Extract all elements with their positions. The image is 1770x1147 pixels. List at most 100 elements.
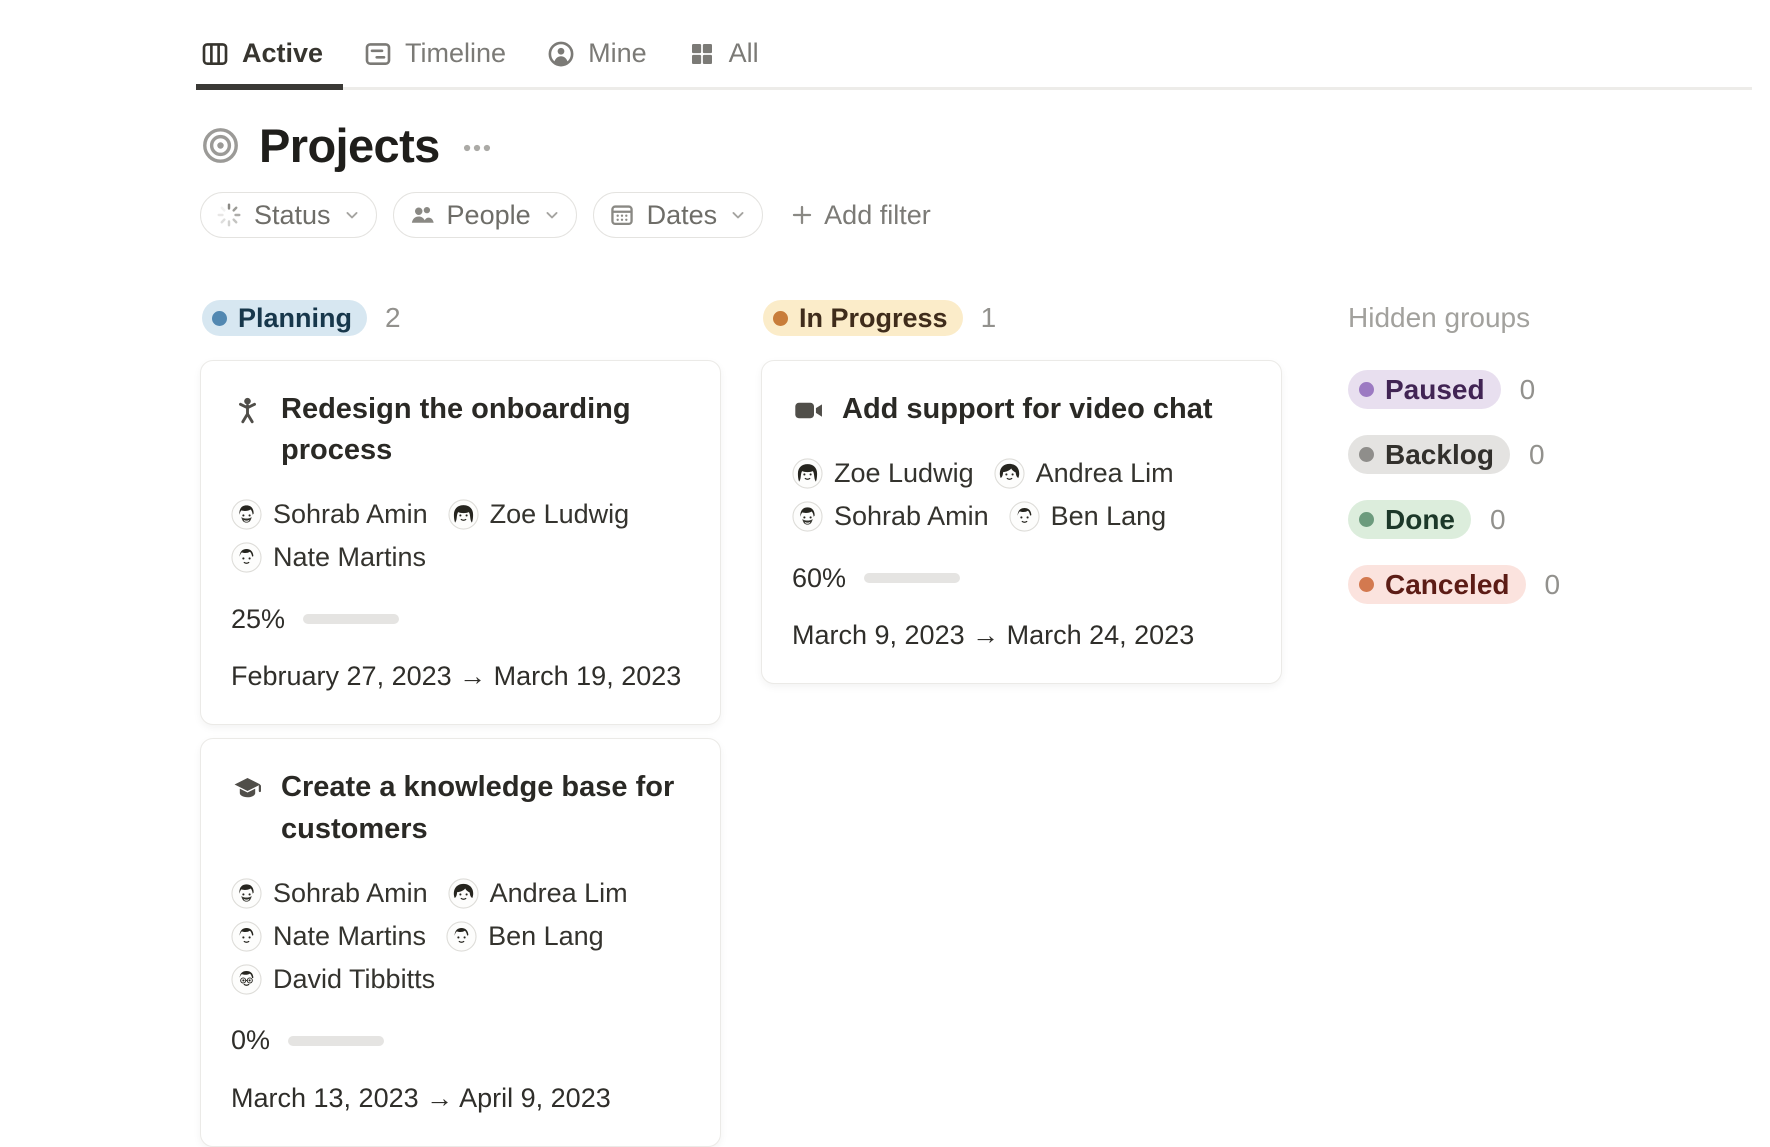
hidden-groups-title: Hidden groups — [1348, 302, 1568, 334]
person-chip: Zoe Ludwig — [448, 499, 630, 530]
person-chip: Ben Lang — [1009, 501, 1167, 532]
person-chip: Andrea Lim — [994, 458, 1174, 489]
card-dates: March 13, 2023 → April 9, 2023 — [231, 1083, 690, 1114]
projects-board-page: Active Timeline Mine All Projects Status… — [0, 0, 1770, 1147]
person-chip: Sohrab Amin — [792, 501, 989, 532]
person-arms-open-icon — [231, 389, 264, 427]
filter-label: Dates — [647, 200, 718, 231]
status-dot-icon — [1359, 447, 1374, 462]
hidden-group-backlog: Backlog 0 — [1348, 435, 1568, 474]
board: Planning 2 Redesign the onboarding proce… — [200, 300, 1752, 1147]
card-people: Sohrab Amin Zoe Ludwig Nate Martins — [231, 499, 690, 573]
status-dot-icon — [212, 311, 227, 326]
progress-label: 60% — [792, 563, 846, 594]
tab-label: All — [729, 38, 759, 69]
tab-mine[interactable]: Mine — [546, 30, 651, 87]
tab-label: Mine — [588, 38, 647, 69]
grid-icon — [687, 39, 717, 69]
person-chip: Zoe Ludwig — [792, 458, 974, 489]
person-chip: David Tibbitts — [231, 964, 435, 995]
person-name: Ben Lang — [488, 921, 604, 952]
person-name: David Tibbitts — [273, 964, 435, 995]
hidden-group-done: Done 0 — [1348, 500, 1568, 539]
person-chip: Nate Martins — [231, 921, 426, 952]
person-chip: Nate Martins — [231, 542, 426, 573]
hidden-group-paused: Paused 0 — [1348, 370, 1568, 409]
card-title: Redesign the onboarding process — [281, 389, 690, 471]
project-card[interactable]: Redesign the onboarding process Sohrab A… — [200, 360, 721, 725]
progress-bar — [288, 1036, 384, 1046]
chevron-down-icon — [542, 205, 562, 225]
tab-timeline[interactable]: Timeline — [363, 30, 510, 87]
person-name: Andrea Lim — [1036, 458, 1174, 489]
card-people: Sohrab Amin Andrea Lim Nate Martins Ben … — [231, 878, 690, 995]
hidden-group-count: 0 — [1520, 374, 1536, 406]
progress-label: 0% — [231, 1025, 270, 1056]
hidden-group-pill[interactable]: Canceled — [1348, 565, 1526, 604]
avatar — [231, 542, 262, 573]
status-dot-icon — [773, 311, 788, 326]
tab-label: Active — [242, 38, 323, 69]
card-dates: March 9, 2023 → March 24, 2023 — [792, 620, 1251, 651]
hidden-group-count: 0 — [1545, 569, 1561, 601]
status-dot-icon — [1359, 382, 1374, 397]
card-progress: 25% — [231, 603, 690, 635]
column-planning: Planning 2 Redesign the onboarding proce… — [200, 300, 721, 1147]
person-name: Zoe Ludwig — [834, 458, 974, 489]
column-count: 1 — [981, 302, 997, 334]
hidden-group-pill[interactable]: Paused — [1348, 370, 1501, 409]
hidden-group-label: Paused — [1385, 374, 1485, 406]
video-camera-icon — [792, 389, 825, 427]
avatar — [231, 878, 262, 909]
project-card[interactable]: Add support for video chat Zoe Ludwig An… — [761, 360, 1282, 684]
filter-people[interactable]: People — [393, 192, 577, 238]
hidden-group-pill[interactable]: Done — [1348, 500, 1471, 539]
person-chip: Andrea Lim — [448, 878, 628, 909]
status-dot-icon — [1359, 577, 1374, 592]
avatar — [1009, 501, 1040, 532]
person-circle-icon — [546, 39, 576, 69]
person-name: Zoe Ludwig — [490, 499, 630, 530]
person-name: Sohrab Amin — [834, 501, 989, 532]
filter-status[interactable]: Status — [200, 192, 377, 238]
avatar — [231, 964, 262, 995]
timeline-icon — [363, 39, 393, 69]
hidden-group-count: 0 — [1490, 504, 1506, 536]
chevron-down-icon — [342, 205, 362, 225]
column-count: 2 — [385, 302, 401, 334]
status-dot-icon — [1359, 512, 1374, 527]
avatar — [448, 878, 479, 909]
progress-bar — [864, 573, 960, 583]
card-dates: February 27, 2023 → March 19, 2023 — [231, 661, 690, 692]
progress-label: 25% — [231, 604, 285, 635]
dots-menu-icon[interactable] — [460, 131, 494, 165]
tab-active[interactable]: Active — [200, 30, 327, 87]
status-spinner-icon — [215, 201, 243, 229]
card-title: Add support for video chat — [842, 389, 1213, 430]
hidden-group-count: 0 — [1529, 439, 1545, 471]
tab-all[interactable]: All — [687, 30, 763, 87]
status-label: Planning — [238, 303, 352, 334]
hidden-group-canceled: Canceled 0 — [1348, 565, 1568, 604]
status-pill[interactable]: Planning — [202, 300, 367, 336]
tab-label: Timeline — [405, 38, 506, 69]
view-tabs: Active Timeline Mine All — [200, 30, 1752, 90]
add-filter-label: Add filter — [824, 200, 931, 231]
avatar — [994, 458, 1025, 489]
person-name: Sohrab Amin — [273, 499, 428, 530]
progress-bar — [303, 614, 399, 624]
hidden-group-label: Backlog — [1385, 439, 1494, 471]
avatar — [231, 921, 262, 952]
project-card[interactable]: Create a knowledge base for customers So… — [200, 738, 721, 1146]
avatar — [792, 501, 823, 532]
filter-dates[interactable]: Dates — [593, 192, 764, 238]
person-chip: Ben Lang — [446, 921, 604, 952]
status-pill[interactable]: In Progress — [763, 300, 963, 336]
hidden-group-pill[interactable]: Backlog — [1348, 435, 1510, 474]
avatar — [231, 499, 262, 530]
page-title-row: Projects — [200, 114, 1752, 176]
avatar — [448, 499, 479, 530]
graduation-cap-icon — [231, 767, 264, 805]
add-filter-button[interactable]: Add filter — [789, 200, 931, 231]
filter-label: Status — [254, 200, 331, 231]
